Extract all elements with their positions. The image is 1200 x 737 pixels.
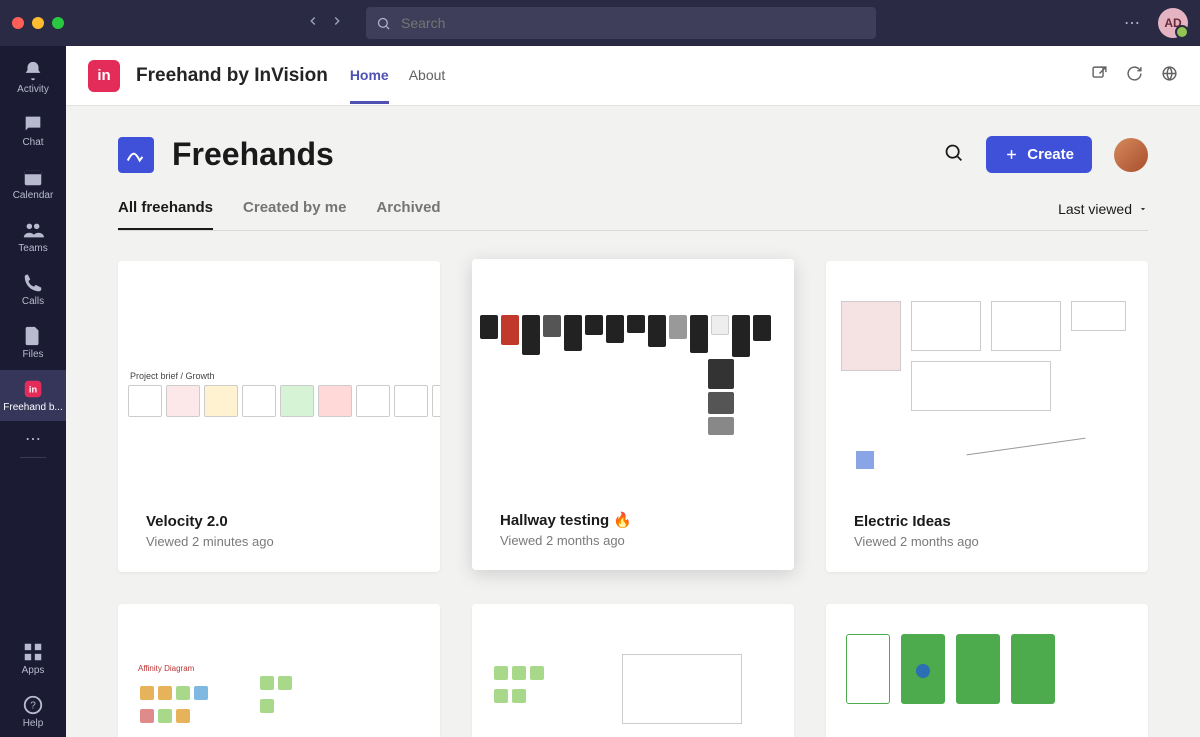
rail-more-icon[interactable]: ⋯ xyxy=(25,429,41,449)
workspace-avatar[interactable] xyxy=(1114,138,1148,172)
freehand-card[interactable]: Project brief / Growth Velocity 2.0 View… xyxy=(118,261,440,572)
rail-item-freehand[interactable]: in Freehand b... xyxy=(0,370,66,421)
app-header: in Freehand by InVision Home About xyxy=(66,46,1200,106)
global-search[interactable] xyxy=(366,7,876,39)
filter-bar: All freehands Created by me Archived Las… xyxy=(118,199,1148,231)
freehand-card[interactable] xyxy=(826,604,1148,737)
sort-dropdown[interactable]: Last viewed xyxy=(1058,201,1148,229)
svg-text:?: ? xyxy=(30,701,36,712)
header-tab-home[interactable]: Home xyxy=(350,47,389,104)
rail-item-activity[interactable]: Activity xyxy=(0,52,66,103)
freehand-card[interactable]: Affinity Diagram xyxy=(118,604,440,737)
more-icon[interactable]: ⋯ xyxy=(1124,13,1140,33)
card-title: Electric Ideas xyxy=(854,513,1120,530)
card-thumbnail xyxy=(472,604,794,737)
header-tab-about[interactable]: About xyxy=(409,47,446,104)
rail-divider xyxy=(20,457,46,458)
rail-item-help[interactable]: ? Help xyxy=(0,686,66,737)
rail-label: Freehand b... xyxy=(3,402,62,413)
card-thumbnail xyxy=(826,604,1148,737)
card-thumbnail xyxy=(472,259,794,495)
create-button[interactable]: Create xyxy=(986,136,1092,173)
card-thumbnail xyxy=(826,261,1148,497)
content-area: Freehands Create All freehands Created b… xyxy=(66,106,1200,737)
card-thumbnail: Affinity Diagram xyxy=(118,604,440,737)
rail-label: Teams xyxy=(18,243,47,254)
freehand-grid: Project brief / Growth Velocity 2.0 View… xyxy=(118,261,1148,737)
chevron-down-icon xyxy=(1138,204,1148,214)
filter-tab-mine[interactable]: Created by me xyxy=(243,199,346,230)
freehand-logo-icon xyxy=(118,137,154,173)
card-title: Velocity 2.0 xyxy=(146,513,412,530)
rail-item-calendar[interactable]: Calendar xyxy=(0,158,66,209)
freehand-card[interactable]: Electric Ideas Viewed 2 months ago xyxy=(826,261,1148,572)
back-icon[interactable] xyxy=(306,14,320,33)
fullscreen-window-icon[interactable] xyxy=(52,17,64,29)
globe-icon[interactable] xyxy=(1161,65,1178,87)
app-rail: Activity Chat Calendar Teams Calls Files… xyxy=(0,46,66,737)
plus-icon xyxy=(1004,147,1019,162)
card-subtitle: Viewed 2 months ago xyxy=(500,533,766,548)
minimize-window-icon[interactable] xyxy=(32,17,44,29)
apps-icon xyxy=(22,641,44,663)
rail-label: Files xyxy=(22,349,43,360)
svg-text:in: in xyxy=(29,385,38,395)
card-subtitle: Viewed 2 months ago xyxy=(854,534,1120,549)
filter-tab-archived[interactable]: Archived xyxy=(376,199,440,230)
invision-logo-icon: in xyxy=(88,60,120,92)
rail-item-files[interactable]: Files xyxy=(0,317,66,368)
bell-icon xyxy=(22,60,44,82)
user-avatar[interactable]: AD xyxy=(1158,8,1188,38)
app-title: Freehand by InVision xyxy=(136,65,328,87)
popout-icon[interactable] xyxy=(1091,65,1108,87)
page-search-icon[interactable] xyxy=(943,142,964,168)
rail-label: Calls xyxy=(22,296,44,307)
search-input[interactable] xyxy=(401,15,866,31)
rail-label: Activity xyxy=(17,84,49,95)
freehand-card[interactable]: Hallway testing 🔥 Viewed 2 months ago xyxy=(472,259,794,570)
rail-label: Chat xyxy=(22,137,43,148)
rail-label: Calendar xyxy=(13,190,54,201)
forward-icon[interactable] xyxy=(330,14,344,33)
rail-label: Help xyxy=(23,718,44,729)
freehand-card[interactable] xyxy=(472,604,794,737)
filter-tab-all[interactable]: All freehands xyxy=(118,199,213,230)
chat-icon xyxy=(22,113,44,135)
card-title: Hallway testing 🔥 xyxy=(500,511,766,529)
page-title: Freehands xyxy=(172,136,334,173)
card-subtitle: Viewed 2 minutes ago xyxy=(146,534,412,549)
window-controls xyxy=(12,17,80,29)
help-icon: ? xyxy=(22,694,44,716)
create-button-label: Create xyxy=(1027,146,1074,163)
search-icon xyxy=(376,16,391,31)
rail-item-teams[interactable]: Teams xyxy=(0,211,66,262)
sort-label: Last viewed xyxy=(1058,201,1132,217)
rail-item-apps[interactable]: Apps xyxy=(0,633,66,684)
rail-item-calls[interactable]: Calls xyxy=(0,264,66,315)
files-icon xyxy=(22,325,44,347)
close-window-icon[interactable] xyxy=(12,17,24,29)
phone-icon xyxy=(22,272,44,294)
title-bar: ⋯ AD xyxy=(0,0,1200,46)
calendar-icon xyxy=(22,166,44,188)
invision-icon: in xyxy=(22,378,44,400)
teams-icon xyxy=(22,219,44,241)
refresh-icon[interactable] xyxy=(1126,65,1143,87)
rail-item-chat[interactable]: Chat xyxy=(0,105,66,156)
rail-label: Apps xyxy=(22,665,45,676)
card-thumbnail: Project brief / Growth xyxy=(118,261,440,497)
